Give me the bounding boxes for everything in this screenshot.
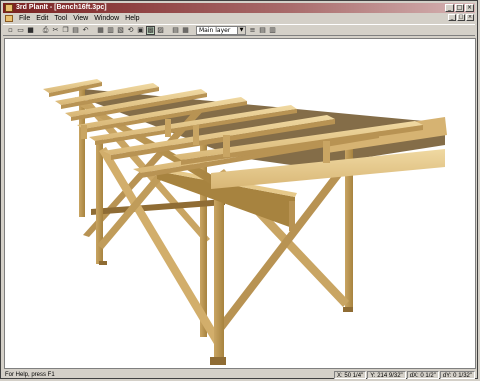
menu-tool[interactable]: Tool: [51, 14, 70, 23]
foot-front: [210, 357, 226, 365]
layer-list-icon[interactable]: ≡: [248, 26, 257, 35]
doc-restore-button[interactable]: □: [457, 14, 465, 21]
menu-help[interactable]: Help: [122, 14, 142, 23]
menu-window[interactable]: Window: [91, 14, 122, 23]
save-icon[interactable]: ■: [26, 26, 35, 35]
document-icon[interactable]: [5, 15, 13, 22]
menu-file[interactable]: File: [16, 14, 33, 23]
doc-minimize-button[interactable]: _: [448, 14, 456, 21]
foot-right: [343, 307, 353, 312]
rotate-icon[interactable]: ⟲: [126, 26, 135, 35]
window-title: 3rd PlanIt - [Bench16ft.3pc]: [16, 4, 107, 11]
snap-icon[interactable]: ▦: [181, 26, 190, 35]
new-icon[interactable]: ▫: [6, 26, 15, 35]
pan-icon[interactable]: ▧: [116, 26, 125, 35]
render-icon[interactable]: ▨: [156, 26, 165, 35]
app-window: 3rd PlanIt - [Bench16ft.3pc] _ □ × File …: [0, 0, 478, 379]
maximize-button[interactable]: □: [455, 4, 464, 12]
toolbar: ▫ ▭ ■ ⎙ ✂ ❐ ▤ ↶ ▦ ▥ ▧ ⟲ ▣ ▩ ▨ ▤ ▦ Main l…: [3, 24, 475, 36]
select-icon[interactable]: ▦: [96, 26, 105, 35]
menu-view[interactable]: View: [70, 14, 91, 23]
status-dy: dY: 0 1/32": [439, 370, 475, 379]
paste-icon[interactable]: ▤: [71, 26, 80, 35]
status-help: For Help, press F1: [5, 371, 55, 378]
undo-icon[interactable]: ↶: [81, 26, 90, 35]
app-icon: [5, 4, 13, 12]
doc-close-button[interactable]: ×: [466, 14, 474, 21]
minimize-button[interactable]: _: [445, 4, 454, 12]
zoom-icon[interactable]: ▥: [106, 26, 115, 35]
copy-icon[interactable]: ❐: [61, 26, 70, 35]
menu-bar: File Edit Tool View Window Help _ □ ×: [3, 14, 475, 23]
status-y: Y: 214 9/32": [367, 370, 406, 379]
wire-icon[interactable]: ▣: [136, 26, 145, 35]
menu-edit[interactable]: Edit: [33, 14, 51, 23]
foot-left: [99, 261, 107, 265]
bench-model: [43, 79, 447, 365]
layer-select-value: Main layer: [199, 26, 231, 34]
status-bar: For Help, press F1 X: 50 1/4" Y: 214 9/3…: [3, 370, 475, 379]
solid-icon[interactable]: ▩: [146, 25, 155, 35]
leg-near-front: [214, 177, 224, 362]
layer-select[interactable]: Main layer ▼: [196, 25, 246, 35]
cut-icon[interactable]: ✂: [51, 26, 60, 35]
layer-props-icon[interactable]: ▤: [258, 26, 267, 35]
layer-add-icon[interactable]: ▥: [268, 26, 277, 35]
title-bar[interactable]: 3rd PlanIt - [Bench16ft.3pc] _ □ ×: [3, 3, 475, 13]
grid-icon[interactable]: ▤: [171, 26, 180, 35]
open-icon[interactable]: ▭: [16, 26, 25, 35]
close-button[interactable]: ×: [465, 4, 474, 12]
3d-viewport[interactable]: [4, 38, 476, 369]
status-x: X: 50 1/4": [334, 370, 367, 379]
status-dx: dX: 0 1/2": [406, 370, 439, 379]
print-icon[interactable]: ⎙: [41, 26, 50, 35]
chevron-down-icon[interactable]: ▼: [237, 26, 245, 34]
